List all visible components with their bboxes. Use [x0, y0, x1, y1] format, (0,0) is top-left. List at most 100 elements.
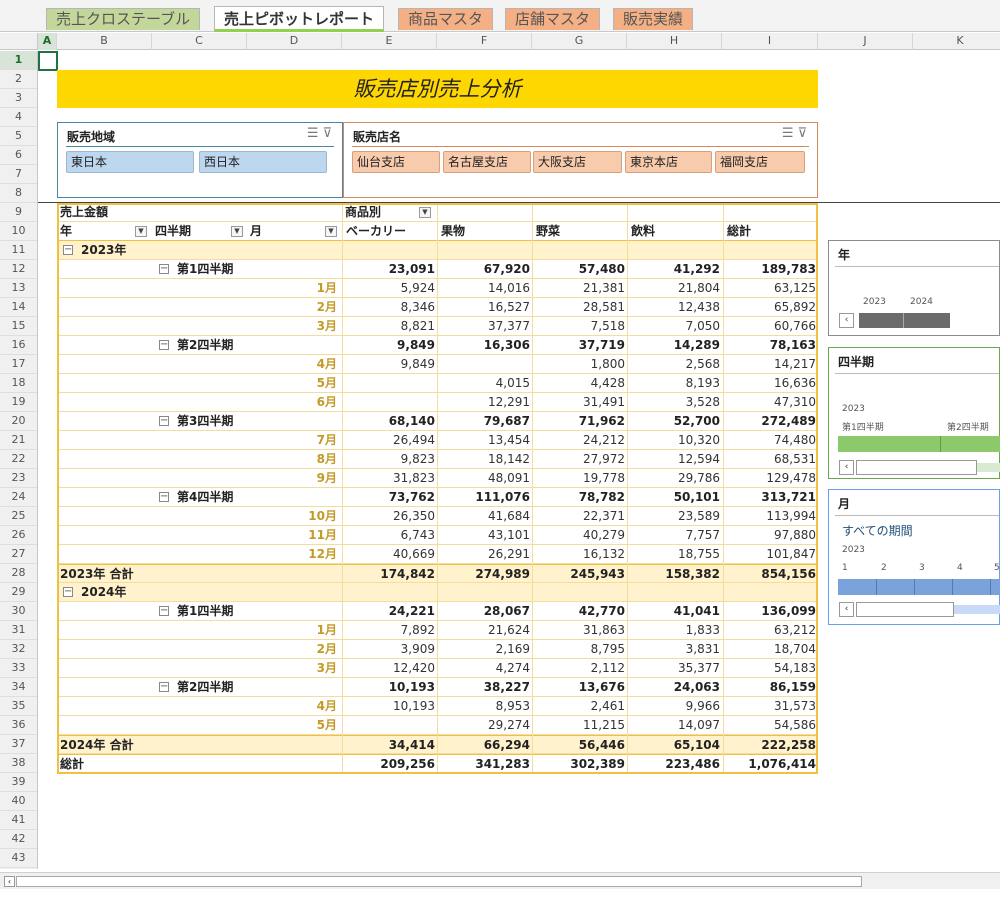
table-cell[interactable]: 68,140 [343, 412, 438, 430]
sheet-tab[interactable]: 売上ピボットレポート [214, 6, 385, 32]
row-header[interactable]: 33 [0, 659, 37, 678]
row-label[interactable]: 3月 [247, 317, 337, 335]
scroll-thumb[interactable] [16, 876, 862, 887]
store-slicer-item[interactable]: 福岡支店 [715, 151, 805, 173]
collapse-icon[interactable]: − [159, 416, 169, 426]
table-cell[interactable]: 113,994 [724, 507, 819, 525]
table-cell[interactable]: 302,389 [533, 755, 628, 773]
sheet-tab[interactable]: 販売実績 [613, 8, 694, 30]
row-label[interactable]: 第1四半期 [177, 260, 233, 278]
table-cell[interactable]: 10,320 [628, 431, 723, 449]
table-cell[interactable]: 40,279 [533, 526, 628, 544]
table-cell[interactable] [343, 241, 438, 259]
row-label[interactable]: 2024年 合計 [60, 736, 134, 754]
table-cell[interactable]: 272,489 [724, 412, 819, 430]
collapse-icon[interactable]: − [159, 264, 169, 274]
table-cell[interactable]: 189,783 [724, 260, 819, 278]
table-cell[interactable]: 129,478 [724, 469, 819, 487]
table-cell[interactable]: 2,568 [628, 355, 723, 373]
column-header[interactable]: J [818, 33, 913, 50]
store-slicer-item[interactable]: 大阪支店 [533, 151, 622, 173]
table-cell[interactable]: 52,700 [628, 412, 723, 430]
table-cell[interactable]: 42,770 [533, 602, 628, 620]
row-label[interactable]: 第4四半期 [177, 488, 233, 506]
scroll-left-icon[interactable]: ‹ [839, 602, 854, 617]
row-label[interactable]: 6月 [247, 393, 337, 411]
table-cell[interactable]: 27,972 [533, 450, 628, 468]
table-cell[interactable] [628, 583, 723, 601]
table-cell[interactable]: 13,676 [533, 678, 628, 696]
table-cell[interactable]: 2,169 [438, 640, 533, 658]
table-cell[interactable]: 12,438 [628, 298, 723, 316]
table-cell[interactable]: 86,159 [724, 678, 819, 696]
table-cell[interactable]: 56,446 [533, 736, 628, 754]
table-cell[interactable]: 8,193 [628, 374, 723, 392]
table-cell[interactable]: 209,256 [343, 755, 438, 773]
table-cell[interactable]: 274,989 [438, 565, 533, 583]
table-cell[interactable]: 18,704 [724, 640, 819, 658]
table-cell[interactable]: 23,091 [343, 260, 438, 278]
table-cell[interactable]: 16,527 [438, 298, 533, 316]
row-header[interactable]: 36 [0, 716, 37, 735]
row-header[interactable]: 17 [0, 355, 37, 374]
table-cell[interactable]: 23,589 [628, 507, 723, 525]
row-header[interactable]: 40 [0, 792, 37, 811]
region-slicer[interactable]: 販売地域 ☰⊽ 東日本 西日本 [57, 122, 343, 198]
collapse-icon[interactable]: − [63, 245, 73, 255]
table-cell[interactable]: 54,586 [724, 716, 819, 734]
multi-select-icon[interactable]: ☰⊽ [307, 126, 336, 141]
category-header[interactable]: 総計 [727, 222, 751, 240]
row-header[interactable]: 20 [0, 412, 37, 431]
row-header[interactable]: 37 [0, 735, 37, 754]
table-cell[interactable] [533, 241, 628, 259]
table-cell[interactable]: 41,684 [438, 507, 533, 525]
timeline-scroll-thumb[interactable] [856, 460, 977, 475]
table-cell[interactable]: 8,346 [343, 298, 438, 316]
timeline-scroll-thumb[interactable] [856, 602, 954, 617]
row-header[interactable]: 23 [0, 469, 37, 488]
column-header[interactable]: D [247, 33, 342, 50]
table-cell[interactable]: 341,283 [438, 755, 533, 773]
table-cell[interactable]: 54,183 [724, 659, 819, 677]
row-header[interactable]: 30 [0, 602, 37, 621]
row-header[interactable]: 7 [0, 165, 37, 184]
table-cell[interactable]: 28,581 [533, 298, 628, 316]
row-label[interactable]: 8月 [247, 450, 337, 468]
table-cell[interactable]: 16,306 [438, 336, 533, 354]
table-cell[interactable]: 2,112 [533, 659, 628, 677]
column-header[interactable]: B [57, 33, 152, 50]
multi-select-icon[interactable]: ☰⊽ [782, 126, 811, 141]
scroll-left-icon[interactable]: ‹ [839, 460, 854, 475]
row-header[interactable]: 41 [0, 811, 37, 830]
row-header[interactable]: 18 [0, 374, 37, 393]
table-cell[interactable]: 50,101 [628, 488, 723, 506]
row-header[interactable]: 6 [0, 146, 37, 165]
table-cell[interactable]: 3,528 [628, 393, 723, 411]
row-header[interactable]: 11 [0, 241, 37, 260]
row-header[interactable]: 34 [0, 678, 37, 697]
row-header[interactable]: 8 [0, 184, 37, 203]
timeline-selection-bar[interactable] [838, 436, 1000, 452]
table-cell[interactable]: 71,962 [533, 412, 628, 430]
table-cell[interactable]: 28,067 [438, 602, 533, 620]
table-cell[interactable]: 41,041 [628, 602, 723, 620]
table-cell[interactable]: 26,291 [438, 545, 533, 563]
table-cell[interactable]: 14,097 [628, 716, 723, 734]
row-header[interactable]: 28 [0, 564, 37, 583]
table-cell[interactable] [438, 583, 533, 601]
quarter-timeline-slicer[interactable]: 四半期 2023 第1四半期 第2四半期 ‹ [828, 347, 1000, 479]
row-header[interactable]: 2 [0, 70, 37, 89]
table-cell[interactable] [343, 583, 438, 601]
table-cell[interactable]: 73,762 [343, 488, 438, 506]
row-label[interactable]: 1月 [247, 621, 337, 639]
region-slicer-item[interactable]: 東日本 [66, 151, 194, 173]
store-slicer[interactable]: 販売店名 ☰⊽ 仙台支店 名古屋支店 大阪支店 東京本店 福岡支店 [343, 122, 818, 198]
table-cell[interactable]: 21,381 [533, 279, 628, 297]
table-cell[interactable]: 10,193 [343, 678, 438, 696]
row-label[interactable]: 2月 [247, 640, 337, 658]
table-cell[interactable]: 67,920 [438, 260, 533, 278]
table-cell[interactable]: 26,494 [343, 431, 438, 449]
table-cell[interactable]: 9,849 [343, 355, 438, 373]
row-label[interactable]: 第2四半期 [177, 678, 233, 696]
table-cell[interactable]: 63,125 [724, 279, 819, 297]
